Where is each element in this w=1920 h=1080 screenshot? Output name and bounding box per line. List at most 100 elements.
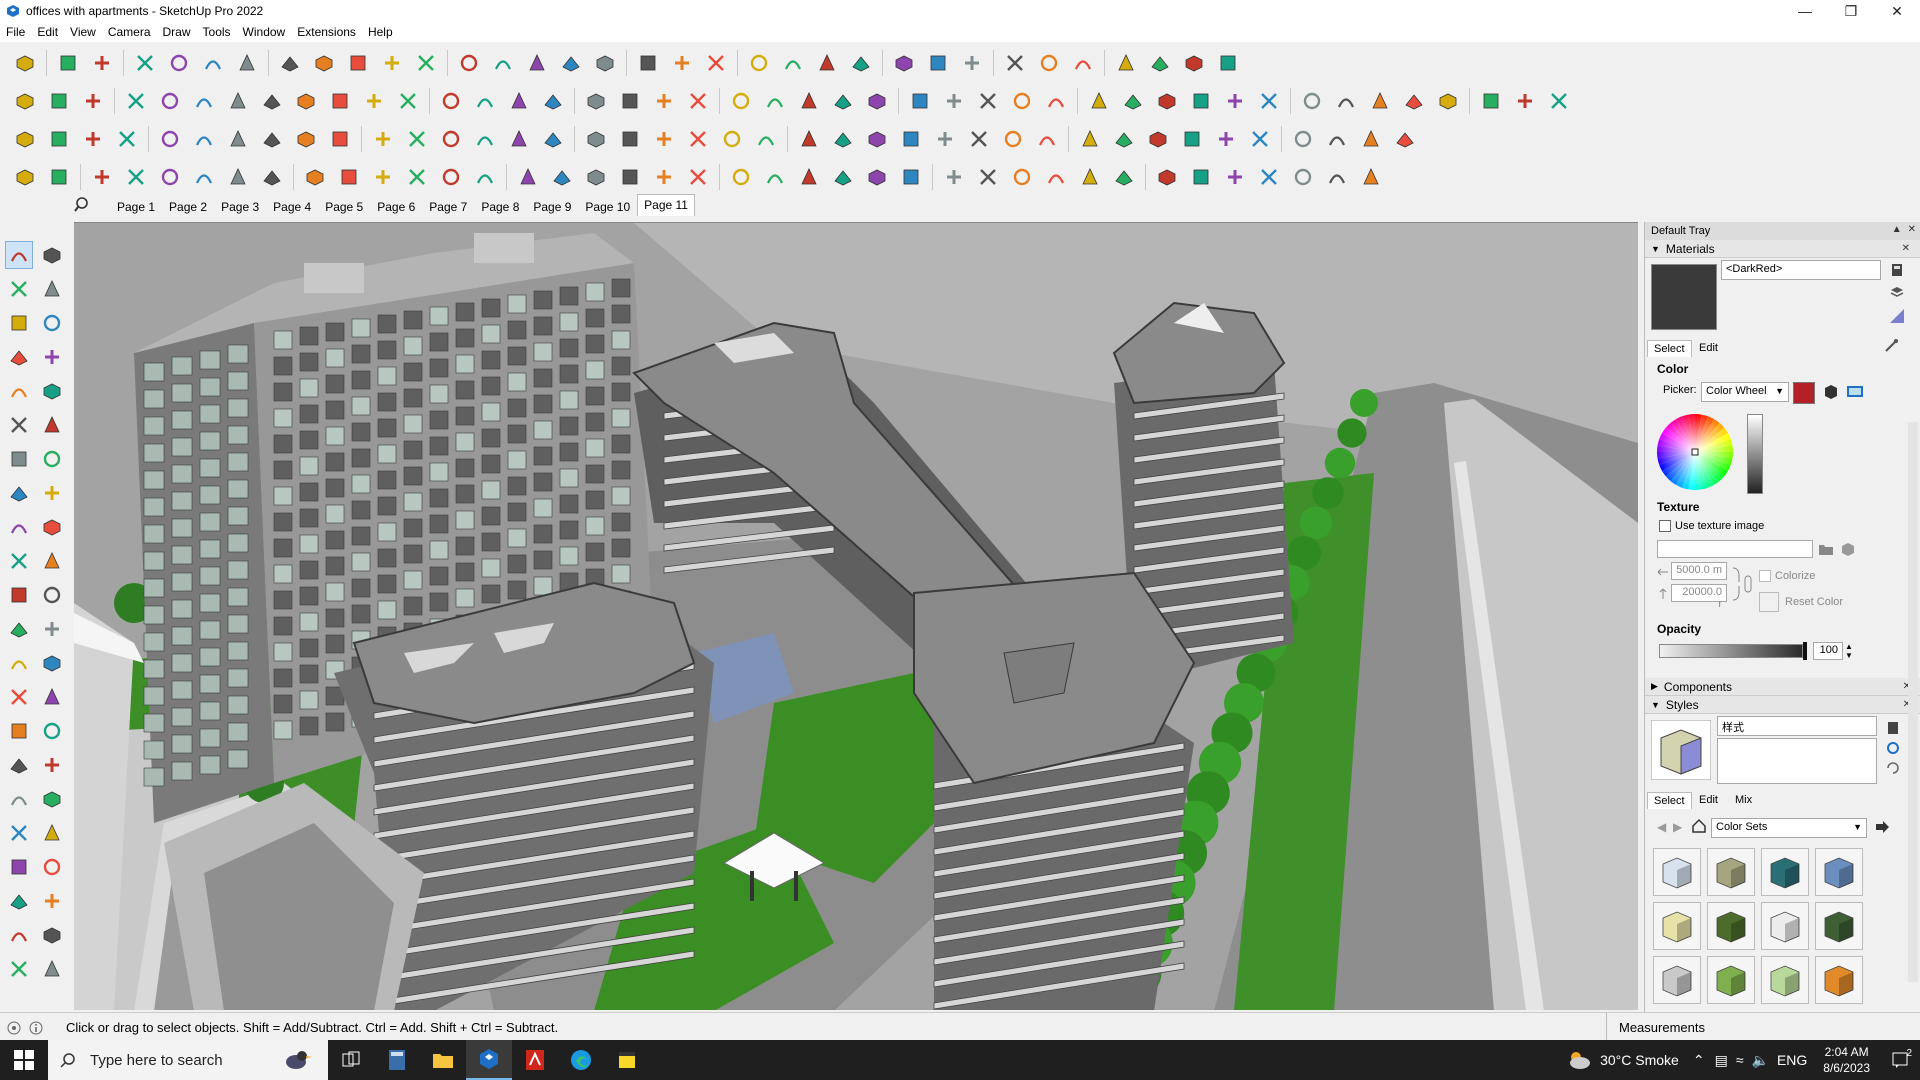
tbrow2-tool-6[interactable] bbox=[190, 87, 218, 115]
tbrow4-tool-2[interactable] bbox=[45, 163, 73, 191]
palette-tool-22[interactable] bbox=[39, 581, 67, 609]
tbrow3-tool-32[interactable] bbox=[1110, 125, 1138, 153]
tbrow2-tool-29[interactable] bbox=[1008, 87, 1036, 115]
tbrow4-tool-23[interactable] bbox=[795, 163, 823, 191]
tbrow1-tool-5[interactable] bbox=[165, 49, 193, 77]
tbrow3-tool-5[interactable] bbox=[156, 125, 184, 153]
tbrow3-tool-29[interactable] bbox=[999, 125, 1027, 153]
palette-tool-42[interactable] bbox=[39, 921, 67, 949]
scene-tab-page-10[interactable]: Page 10 bbox=[578, 196, 637, 216]
tbrow4-tool-5[interactable] bbox=[156, 163, 184, 191]
tbrow1-tool-10[interactable] bbox=[344, 49, 372, 77]
tbrow1-tool-20[interactable] bbox=[702, 49, 730, 77]
notification-button[interactable]: 2 bbox=[1880, 1040, 1920, 1080]
tbrow4-tool-35[interactable] bbox=[1221, 163, 1249, 191]
tbrow4-tool-19[interactable] bbox=[650, 163, 678, 191]
tbrow2-tool-14[interactable] bbox=[471, 87, 499, 115]
tbrow2-tool-10[interactable] bbox=[326, 87, 354, 115]
tbrow2-tool-44[interactable] bbox=[1545, 87, 1573, 115]
menu-extensions[interactable]: Extensions bbox=[291, 25, 362, 39]
color-set-style-4[interactable] bbox=[1815, 848, 1863, 896]
tbrow2-tool-19[interactable] bbox=[650, 87, 678, 115]
tbrow2-tool-43[interactable] bbox=[1511, 87, 1539, 115]
tray-scrollbar[interactable] bbox=[1908, 422, 1918, 982]
tbrow1-tool-17[interactable] bbox=[591, 49, 619, 77]
tbrow3-tool-18[interactable] bbox=[616, 125, 644, 153]
close-tray-icon[interactable]: ✕ bbox=[1908, 224, 1916, 235]
tbrow3-tool-9[interactable] bbox=[292, 125, 320, 153]
tbrow2-tool-26[interactable] bbox=[906, 87, 934, 115]
styles-tab-mix[interactable]: Mix bbox=[1729, 792, 1758, 808]
palette-tool-3[interactable] bbox=[5, 275, 33, 303]
taskbar-sketchup[interactable] bbox=[466, 1040, 512, 1080]
chevron-up-icon[interactable]: ⌃ bbox=[1693, 1052, 1705, 1069]
palette-tool-43[interactable] bbox=[5, 955, 33, 983]
tbrow1-tool-33[interactable] bbox=[1180, 49, 1208, 77]
materials-tab-select[interactable]: Select bbox=[1647, 340, 1692, 357]
menu-edit[interactable]: Edit bbox=[31, 25, 64, 39]
tbrow3-tool-3[interactable] bbox=[79, 125, 107, 153]
palette-tool-13[interactable] bbox=[5, 445, 33, 473]
tbrow4-tool-11[interactable] bbox=[369, 163, 397, 191]
palette-tool-1[interactable] bbox=[5, 241, 33, 269]
tbrow2-tool-28[interactable] bbox=[974, 87, 1002, 115]
tbrow1-tool-8[interactable] bbox=[276, 49, 304, 77]
tbrow3-tool-17[interactable] bbox=[582, 125, 610, 153]
palette-tool-27[interactable] bbox=[5, 683, 33, 711]
tbrow3-tool-19[interactable] bbox=[650, 125, 678, 153]
texture-path-field[interactable] bbox=[1657, 540, 1813, 558]
style-description-field[interactable] bbox=[1717, 738, 1877, 784]
tbrow2-tool-40[interactable] bbox=[1400, 87, 1428, 115]
match-screen-color-icon[interactable] bbox=[1845, 382, 1865, 402]
tbrow4-tool-14[interactable] bbox=[471, 163, 499, 191]
tbrow2-tool-25[interactable] bbox=[863, 87, 891, 115]
tbrow2-tool-16[interactable] bbox=[539, 87, 567, 115]
tbrow2-tool-37[interactable] bbox=[1298, 87, 1326, 115]
tbrow3-tool-23[interactable] bbox=[795, 125, 823, 153]
palette-tool-31[interactable] bbox=[5, 751, 33, 779]
tbrow4-tool-28[interactable] bbox=[974, 163, 1002, 191]
styles-tab-select[interactable]: Select bbox=[1647, 792, 1692, 809]
tbrow3-tool-34[interactable] bbox=[1178, 125, 1206, 153]
tbrow1-tool-2[interactable] bbox=[54, 49, 82, 77]
tbrow1-tool-16[interactable] bbox=[557, 49, 585, 77]
tbrow1-tool-28[interactable] bbox=[1001, 49, 1029, 77]
tbrow2-tool-41[interactable] bbox=[1434, 87, 1462, 115]
search-icon[interactable] bbox=[74, 196, 92, 214]
scene-tab-page-7[interactable]: Page 7 bbox=[422, 196, 474, 216]
tbrow3-tool-25[interactable] bbox=[863, 125, 891, 153]
taskbar-edge[interactable] bbox=[558, 1040, 604, 1080]
tbrow3-tool-33[interactable] bbox=[1144, 125, 1172, 153]
tbrow3-tool-10[interactable] bbox=[326, 125, 354, 153]
styles-panel-header[interactable]: ▼ Styles ✕ bbox=[1645, 696, 1920, 714]
tbrow4-tool-15[interactable] bbox=[514, 163, 542, 191]
scene-tab-page-9[interactable]: Page 9 bbox=[526, 196, 578, 216]
tbrow2-tool-8[interactable] bbox=[258, 87, 286, 115]
tbrow2-tool-38[interactable] bbox=[1332, 87, 1360, 115]
materials-tab-edit[interactable]: Edit bbox=[1693, 340, 1724, 356]
model-viewport[interactable] bbox=[74, 222, 1638, 1010]
tbrow4-tool-1[interactable] bbox=[11, 163, 39, 191]
tbrow4-tool-29[interactable] bbox=[1008, 163, 1036, 191]
tbrow1-tool-19[interactable] bbox=[668, 49, 696, 77]
palette-tool-24[interactable] bbox=[39, 615, 67, 643]
tbrow1-tool-22[interactable] bbox=[779, 49, 807, 77]
menu-help[interactable]: Help bbox=[362, 25, 399, 39]
scene-tab-page-6[interactable]: Page 6 bbox=[370, 196, 422, 216]
tbrow3-tool-37[interactable] bbox=[1289, 125, 1317, 153]
tbrow2-tool-23[interactable] bbox=[795, 87, 823, 115]
palette-tool-7[interactable] bbox=[5, 343, 33, 371]
eyedropper-icon[interactable] bbox=[1883, 338, 1899, 354]
tbrow2-tool-15[interactable] bbox=[505, 87, 533, 115]
tbrow2-tool-36[interactable] bbox=[1255, 87, 1283, 115]
create-material-icon[interactable] bbox=[1889, 262, 1905, 278]
color-set-style-10[interactable] bbox=[1707, 956, 1755, 1004]
tbrow4-tool-17[interactable] bbox=[582, 163, 610, 191]
tbrow4-tool-3[interactable] bbox=[88, 163, 116, 191]
palette-tool-6[interactable] bbox=[39, 309, 67, 337]
palette-tool-30[interactable] bbox=[39, 717, 67, 745]
tbrow1-tool-11[interactable] bbox=[378, 49, 406, 77]
menu-draw[interactable]: Draw bbox=[157, 25, 197, 39]
current-color-swatch[interactable] bbox=[1793, 382, 1815, 404]
palette-tool-12[interactable] bbox=[39, 411, 67, 439]
